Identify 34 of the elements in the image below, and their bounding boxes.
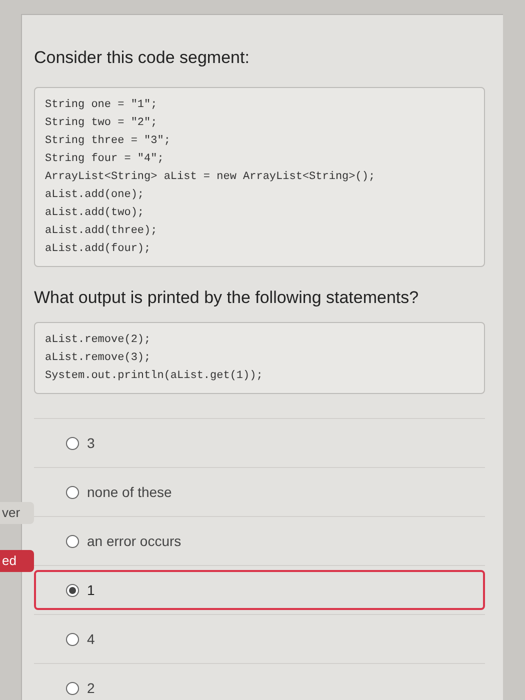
- option-label: 4: [87, 630, 95, 648]
- answer-option[interactable]: 3: [34, 423, 485, 463]
- option-label: 3: [87, 434, 95, 452]
- answer-option[interactable]: 1: [34, 570, 485, 610]
- answer-option[interactable]: 4: [34, 619, 485, 659]
- answer-option[interactable]: 2: [34, 668, 485, 700]
- status-tag: ver: [0, 502, 34, 524]
- code-line: String four = "4";: [45, 152, 165, 166]
- radio-button[interactable]: [66, 486, 79, 498]
- question-prompt: Consider this code segment:: [34, 47, 250, 69]
- code-line: aList.remove(2);: [45, 333, 152, 348]
- radio-button[interactable]: [66, 584, 79, 596]
- code-line: aList.remove(3);: [45, 351, 152, 366]
- radio-button[interactable]: [66, 436, 79, 450]
- code-line: aList.add(one);: [45, 188, 146, 202]
- question-text: What output is printed by the following statements?: [34, 286, 420, 308]
- answer-option[interactable]: none of these: [34, 472, 485, 512]
- code-line: String three = "3";: [45, 134, 172, 148]
- code-line: String one = "1";: [45, 98, 158, 112]
- option-label: an error occurs: [87, 532, 182, 550]
- code-line: aList.add(three);: [45, 224, 158, 238]
- radio-button[interactable]: [66, 632, 79, 646]
- code-line: System.out.println(aList.get(1));: [45, 369, 264, 384]
- answer-option[interactable]: an error occurs: [34, 521, 485, 561]
- code-line: ArrayList<String> aList = new ArrayList<String>();: [45, 170, 376, 184]
- code-line: aList.add(two);: [45, 206, 146, 220]
- radio-button[interactable]: [66, 534, 79, 548]
- option-label: 2: [87, 678, 95, 698]
- code-line: aList.add(four);: [45, 242, 152, 256]
- code-line: String two = "2";: [45, 116, 158, 130]
- option-label: none of these: [87, 482, 172, 502]
- radio-button[interactable]: [66, 682, 79, 694]
- option-label: 1: [87, 580, 95, 600]
- status-tag: ed: [0, 550, 34, 572]
